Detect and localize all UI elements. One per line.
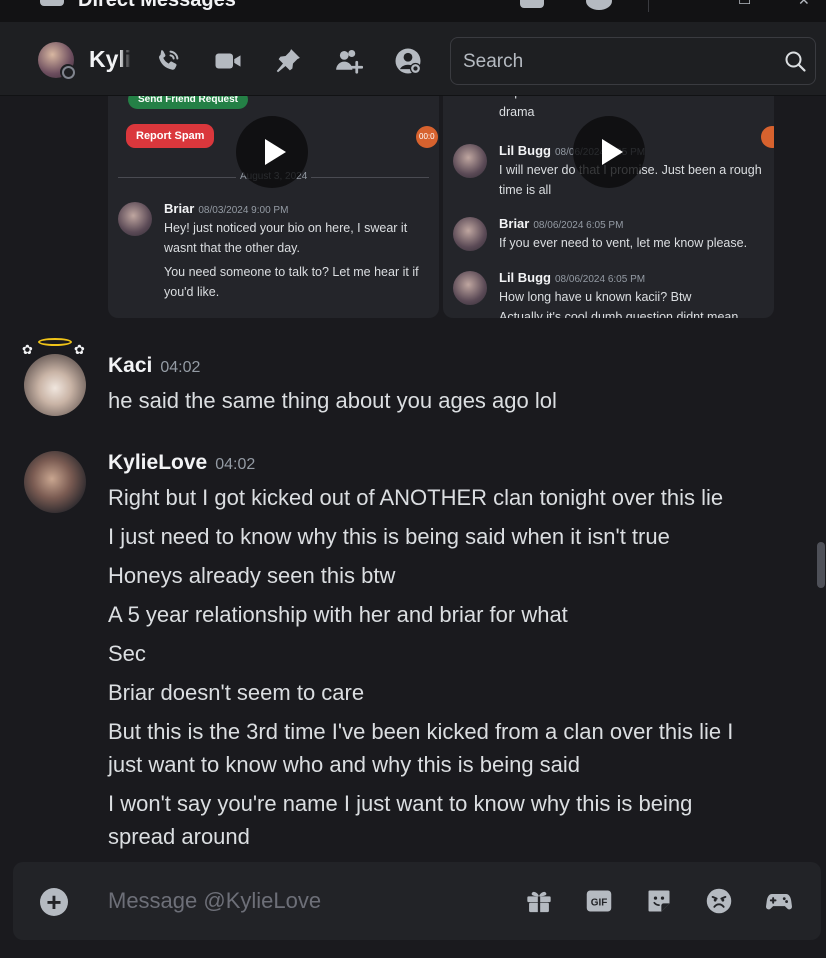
title-bar: Direct Messages ▭ ✕ bbox=[0, 0, 826, 22]
message-text: he said the same thing about you ages ag… bbox=[108, 388, 557, 413]
avatar bbox=[118, 202, 152, 236]
avatar[interactable] bbox=[24, 354, 86, 416]
message-input[interactable] bbox=[108, 888, 488, 914]
gif-icon[interactable]: GIF bbox=[585, 887, 613, 915]
message-text: Sec bbox=[108, 641, 146, 666]
avatar bbox=[453, 144, 487, 178]
message-timestamp: 04:02 bbox=[215, 456, 256, 473]
embedded-text: If you ever need to vent, let me know pl… bbox=[499, 236, 748, 250]
message-author[interactable]: Kaci 04:02 bbox=[108, 354, 200, 378]
titlebar-divider bbox=[648, 0, 649, 12]
embedded-author: Briar bbox=[164, 201, 195, 216]
message-text: But this is the 3rd time I've been kicke… bbox=[108, 719, 734, 777]
message-text: A 5 year relationship with her and briar… bbox=[108, 602, 568, 627]
profile-icon[interactable] bbox=[393, 46, 423, 76]
gift-icon[interactable] bbox=[525, 887, 553, 915]
wing-decoration-icon: ✿ bbox=[22, 342, 33, 357]
embedded-message-header: Briar 08/06/2024 6:05 PM bbox=[499, 215, 623, 233]
scrollbar-thumb[interactable] bbox=[817, 542, 825, 588]
message-author[interactable]: KylieLove 04:02 bbox=[108, 451, 255, 475]
embedded-text: Hey! just noticed your bio on here, I sw… bbox=[164, 218, 432, 302]
embedded-timestamp: 08/03/2024 9:00 PM bbox=[198, 205, 289, 216]
report-spam-button: Report Spam bbox=[126, 124, 215, 148]
message-composer: + GIF bbox=[13, 862, 821, 940]
add-friend-icon[interactable] bbox=[333, 46, 363, 76]
halo-decoration-icon bbox=[38, 338, 72, 346]
video-timer: 00:0 bbox=[416, 126, 438, 148]
embedded-author: Lil Bugg bbox=[499, 270, 551, 285]
embedded-text-line: Hey! just noticed your bio on here, I sw… bbox=[164, 221, 408, 255]
help-icon[interactable] bbox=[586, 0, 612, 10]
play-icon[interactable] bbox=[236, 116, 308, 188]
close-icon[interactable]: ✕ bbox=[798, 0, 810, 9]
author-name[interactable]: Kaci bbox=[108, 354, 152, 377]
plus-icon[interactable]: + bbox=[40, 888, 68, 916]
message-timestamp: 04:02 bbox=[160, 359, 201, 376]
message-text: Briar doesn't seem to care bbox=[108, 680, 365, 705]
window-title: Direct Messages bbox=[78, 0, 236, 11]
embedded-text: How long have u known kacii? Btw Actuall… bbox=[499, 287, 767, 318]
apps-icon[interactable] bbox=[765, 887, 793, 915]
embedded-message-header: Briar 08/03/2024 9:00 PM bbox=[164, 200, 288, 218]
message-text: I just need to know why this is being sa… bbox=[108, 524, 670, 549]
composer-area: + GIF bbox=[0, 860, 826, 958]
embedded-text-line: How long have u known kacii? Btw bbox=[499, 290, 692, 304]
avatar bbox=[453, 217, 487, 251]
message-list[interactable]: Send Friend Request Report Spam 00:0 Aug… bbox=[0, 96, 826, 860]
search-input[interactable]: Search bbox=[463, 51, 523, 73]
inbox-icon[interactable] bbox=[520, 0, 544, 8]
send-friend-request-button: Send Friend Request bbox=[128, 96, 249, 109]
embedded-timestamp: 08/06/2024 6:05 PM bbox=[555, 274, 646, 285]
wing-decoration-icon: ✿ bbox=[74, 342, 85, 357]
embedded-author: Briar bbox=[499, 216, 530, 231]
call-icon[interactable] bbox=[153, 46, 183, 76]
embedded-timestamp: 08/06/2024 6:05 PM bbox=[533, 220, 624, 231]
maximize-icon[interactable]: ▭ bbox=[738, 0, 751, 9]
embedded-text: requirements in the clan other than not … bbox=[499, 96, 764, 119]
video-attachments: Send Friend Request Report Spam 00:0 Aug… bbox=[108, 96, 774, 318]
play-icon[interactable] bbox=[573, 116, 645, 188]
avatar[interactable] bbox=[24, 451, 86, 513]
message-text: I won't say you're name I just want to k… bbox=[108, 791, 693, 849]
avatar bbox=[453, 271, 487, 305]
header-username[interactable]: KylieLove bbox=[89, 46, 131, 73]
emoji-icon[interactable] bbox=[705, 887, 733, 915]
message-text: Right but I got kicked out of ANOTHER cl… bbox=[108, 485, 724, 510]
embedded-message-header: Lil Bugg 08/06/2024 6:05 PM bbox=[499, 269, 645, 287]
pin-icon[interactable] bbox=[273, 46, 303, 76]
gif-label: GIF bbox=[591, 898, 608, 909]
video-timer bbox=[761, 126, 774, 148]
video-attachment-2[interactable]: requirements in the clan other than not … bbox=[443, 96, 774, 318]
video-icon[interactable] bbox=[213, 46, 243, 76]
direct-messages-icon bbox=[40, 0, 64, 6]
embedded-text-line: You need someone to talk to? Let me hear… bbox=[164, 265, 419, 299]
author-name[interactable]: KylieLove bbox=[108, 451, 207, 474]
embedded-author: Lil Bugg bbox=[499, 143, 551, 158]
video-attachment-1[interactable]: Send Friend Request Report Spam 00:0 Aug… bbox=[108, 96, 439, 318]
search-box[interactable]: Search bbox=[450, 37, 816, 85]
search-icon[interactable] bbox=[783, 49, 807, 73]
message-text: Honeys already seen this btw bbox=[108, 563, 396, 588]
status-offline-icon bbox=[60, 64, 76, 80]
sticker-icon[interactable] bbox=[645, 887, 673, 915]
embedded-text-line: Actually it's cool dumb question didnt m… bbox=[499, 310, 739, 318]
channel-header: KylieLove Search bbox=[0, 22, 826, 96]
